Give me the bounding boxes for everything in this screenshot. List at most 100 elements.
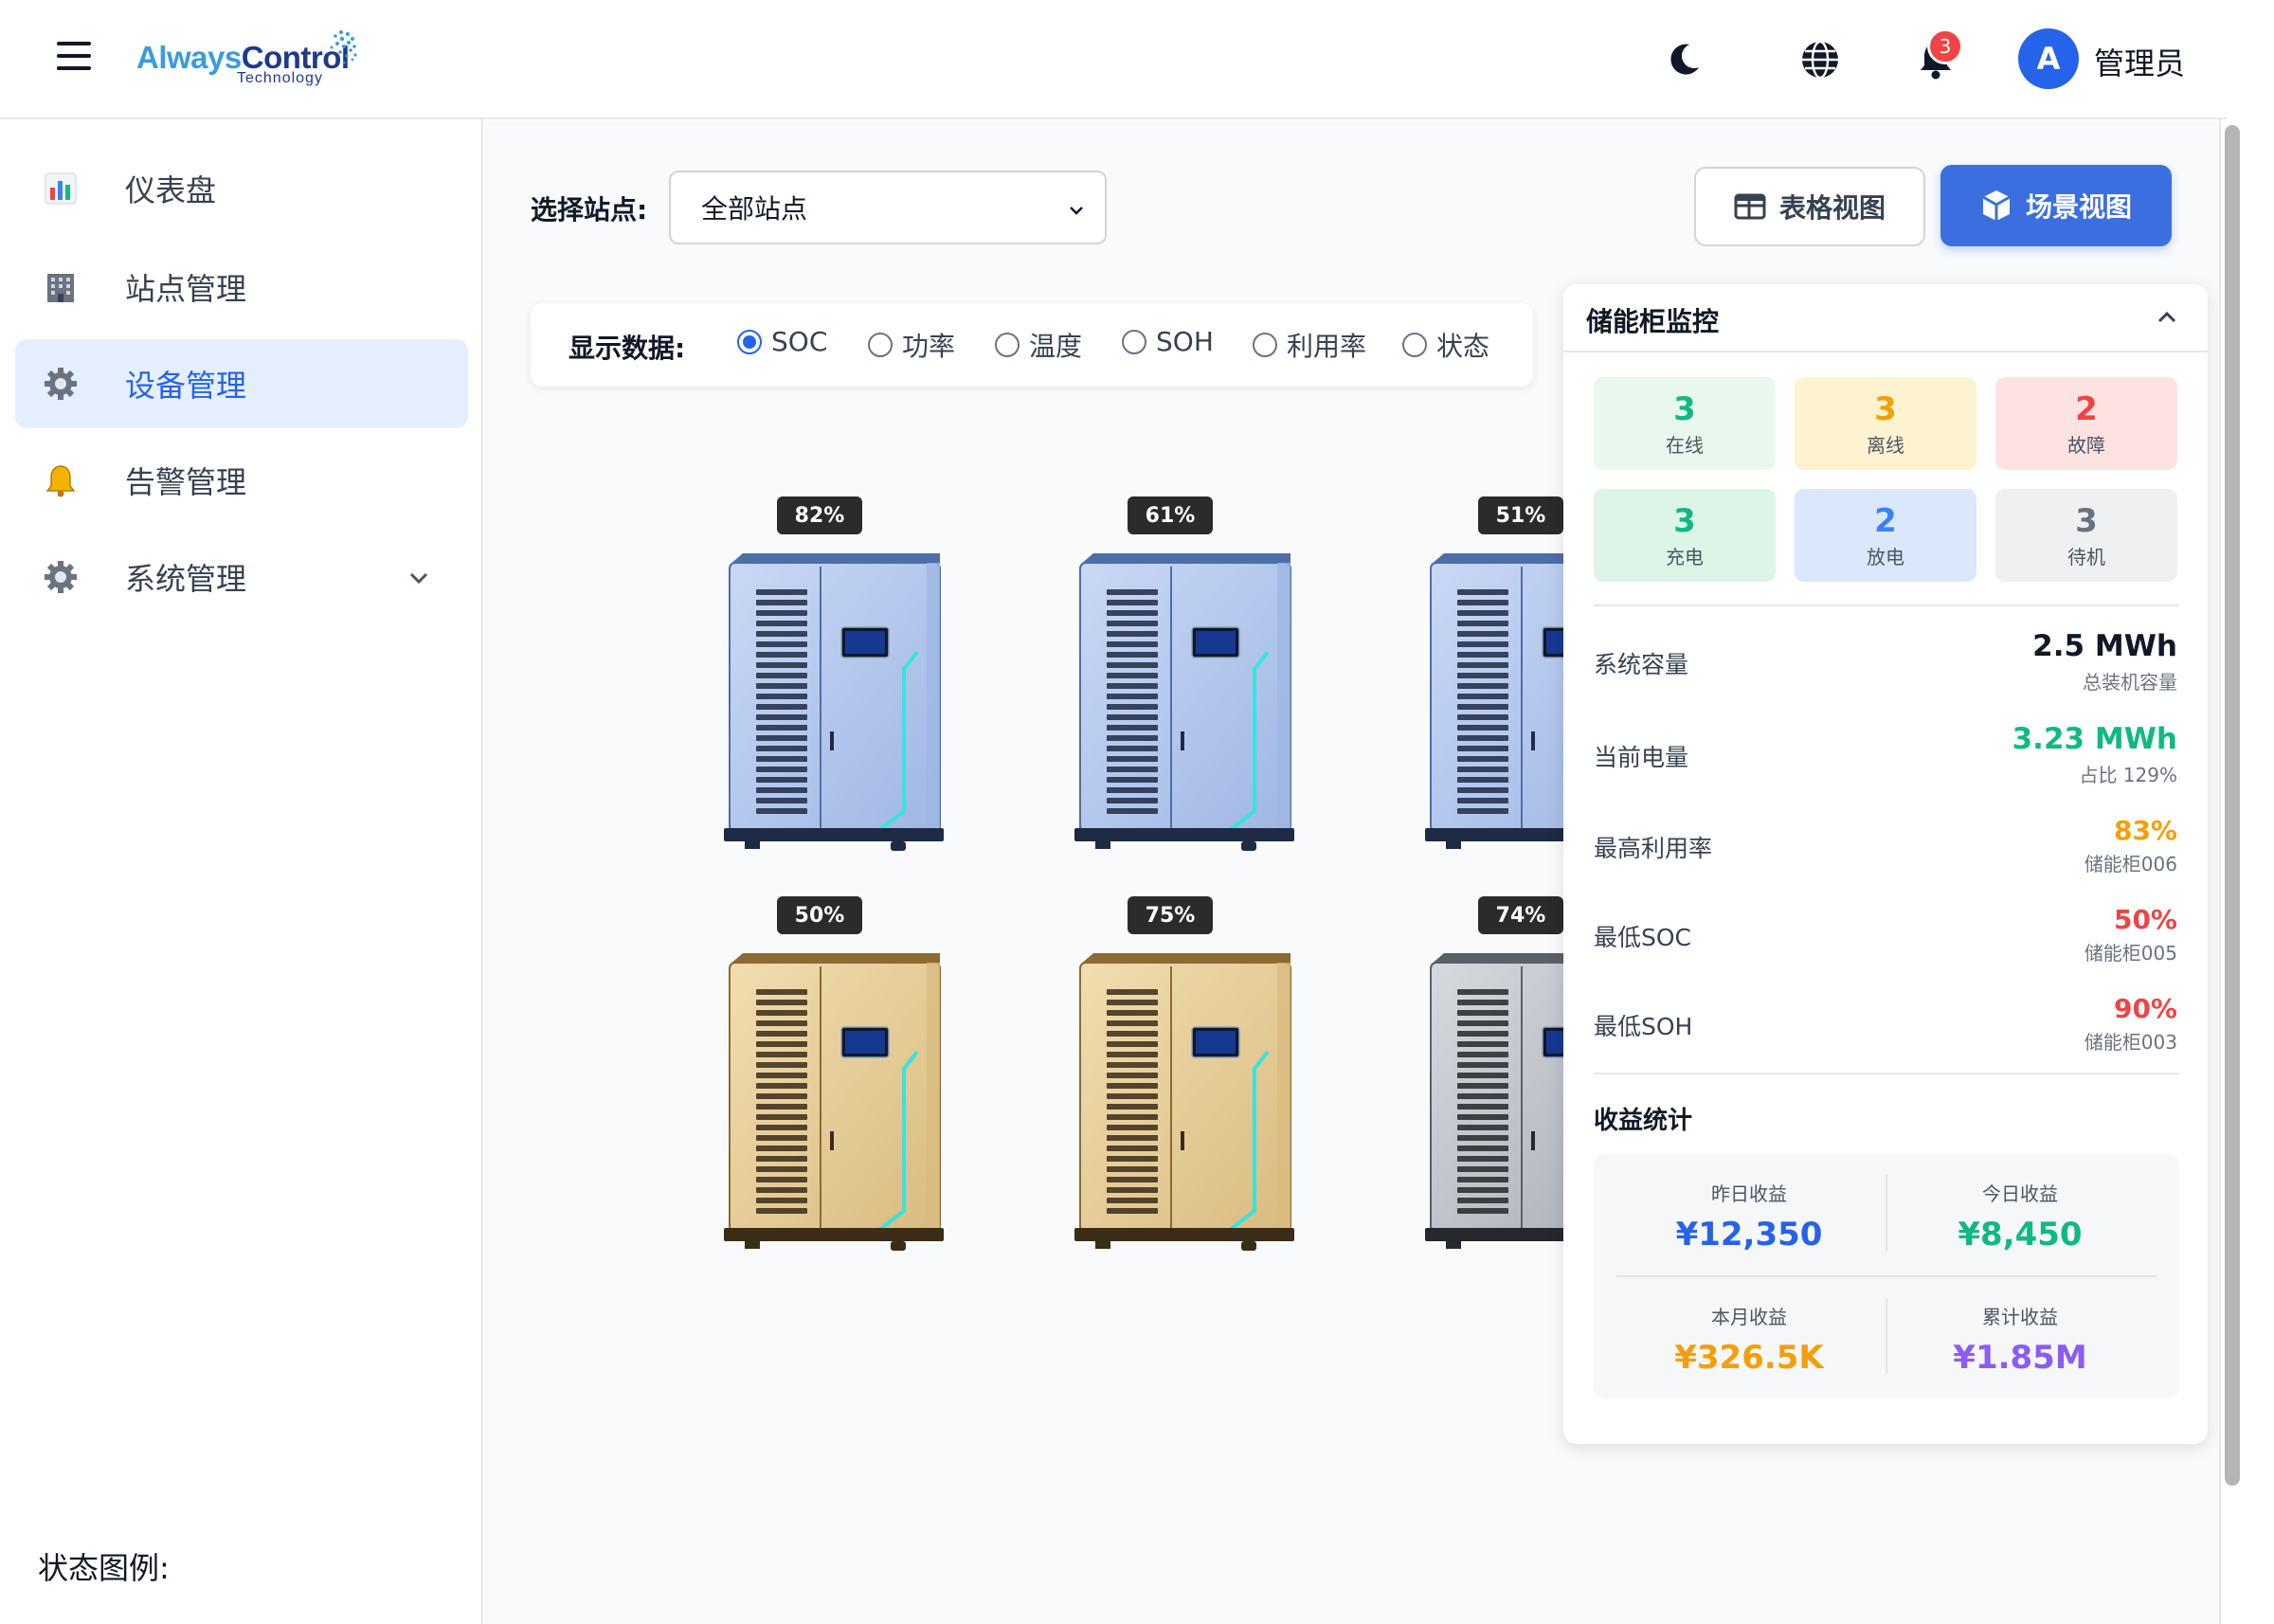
metric-label: 最低SOC xyxy=(1594,924,1692,951)
radio-label: SOC xyxy=(771,326,828,357)
cabinet-6[interactable]: 74% xyxy=(1421,896,1565,1256)
language-globe-icon[interactable] xyxy=(1796,36,1844,83)
cabinet-illustration xyxy=(1425,553,1565,849)
stat-number: 2 xyxy=(2075,390,2098,428)
radio-dot xyxy=(737,329,762,354)
company-logo[interactable]: AlwaysControl Technology xyxy=(133,27,360,93)
revenue-total: 累计收益 ¥1.85M xyxy=(1887,1302,2153,1377)
radio-label: 利用率 xyxy=(1287,331,1367,362)
revenue-title: 收益统计 xyxy=(1594,1107,1693,1135)
hamburger-menu-icon[interactable] xyxy=(57,42,91,74)
station-select-label: 选择站点: xyxy=(531,194,648,226)
stat-caption: 充电 xyxy=(1666,546,1704,568)
soc-tag: 51% xyxy=(1478,496,1563,534)
stat-number: 3 xyxy=(1874,390,1897,428)
stat-charging: 3 充电 xyxy=(1594,489,1776,582)
stat-standby: 3 待机 xyxy=(1995,489,2177,582)
revenue-value: ¥12,350 xyxy=(1675,1216,1823,1254)
metric-sub: 占比 129% xyxy=(2079,764,2177,786)
stat-caption: 在线 xyxy=(1666,434,1704,457)
radio-utilization[interactable]: 利用率 xyxy=(1253,326,1366,364)
cabinet-3[interactable]: 51% xyxy=(1421,496,1565,857)
divider xyxy=(1616,1275,2157,1277)
cabinet-illustration xyxy=(724,553,944,851)
chevron-down-icon[interactable] xyxy=(406,565,432,591)
divider xyxy=(1594,1073,2179,1074)
cabinet-illustration xyxy=(1425,953,1565,1249)
sidebar-item-dashboard[interactable]: 仪表盘 xyxy=(15,144,468,233)
revenue-box: 昨日收益 ¥12,350 今日收益 ¥8,450 本月收益 ¥326.5K 累计… xyxy=(1594,1154,2179,1398)
table-view-button[interactable]: 表格视图 xyxy=(1694,167,1925,246)
revenue-yesterday: 昨日收益 ¥12,350 xyxy=(1616,1179,1882,1254)
revenue-value: ¥8,450 xyxy=(1958,1216,2083,1254)
cabinet-5[interactable]: 75% xyxy=(1071,896,1298,1256)
cabinet-scene: 82% 61% 51% 50% 75% 74% xyxy=(485,417,1565,1364)
cabinet-illustration xyxy=(1074,553,1294,851)
metric-value: 83% xyxy=(2113,815,2177,846)
scrollbar-thumb[interactable] xyxy=(2225,125,2240,1486)
scene-view-label: 场景视图 xyxy=(2025,191,2132,223)
stat-online: 3 在线 xyxy=(1594,377,1776,470)
revenue-caption: 今日收益 xyxy=(1982,1182,2058,1205)
chevron-up-icon[interactable] xyxy=(2155,305,2179,330)
radio-dot xyxy=(995,333,1020,357)
revenue-month: 本月收益 ¥326.5K xyxy=(1616,1302,1882,1377)
monitor-panel-header[interactable]: 储能柜监控 xyxy=(1563,284,2208,352)
stat-fault: 2 故障 xyxy=(1995,377,2177,470)
monitor-panel: 储能柜监控 3 在线 3 离线 2 故障 3 充电 2 放电 3 待机 系统容量… xyxy=(1563,284,2208,1444)
metric-sub: 总装机容量 xyxy=(2083,671,2177,694)
scene-view-button[interactable]: 场景视图 xyxy=(1940,165,2172,246)
display-data-label: 显示数据: xyxy=(568,333,686,364)
stat-caption: 故障 xyxy=(2067,434,2105,457)
chevron-down-icon xyxy=(1070,207,1083,215)
bar-chart-icon xyxy=(44,171,78,206)
sidebar-item-label: 仪表盘 xyxy=(125,172,217,208)
metric-sub: 储能柜003 xyxy=(2084,1031,2177,1054)
sidebar-item-label: 站点管理 xyxy=(125,271,247,307)
stat-number: 3 xyxy=(1673,390,1696,428)
table-view-label: 表格视图 xyxy=(1778,192,1886,224)
radio-soh[interactable]: SOH xyxy=(1122,326,1214,357)
gear-icon xyxy=(44,560,78,594)
radio-dot xyxy=(1253,333,1277,357)
sidebar-item-system[interactable]: 系统管理 xyxy=(15,532,468,622)
stat-discharging: 2 放电 xyxy=(1795,489,1976,582)
radio-temperature[interactable]: 温度 xyxy=(995,326,1082,364)
building-icon xyxy=(44,270,78,304)
revenue-caption: 累计收益 xyxy=(1982,1306,2058,1328)
revenue-caption: 昨日收益 xyxy=(1711,1182,1787,1205)
cabinet-1[interactable]: 82% xyxy=(720,496,948,857)
monitor-panel-title: 储能柜监控 xyxy=(1586,306,1720,337)
user-avatar[interactable]: A xyxy=(2018,28,2079,89)
radio-power[interactable]: 功率 xyxy=(868,326,955,364)
station-select[interactable]: 全部站点 xyxy=(669,171,1107,244)
soc-tag: 75% xyxy=(1128,896,1213,934)
soc-tag: 50% xyxy=(777,896,862,934)
dark-mode-moon-icon[interactable] xyxy=(1660,36,1707,83)
radio-soc[interactable]: SOC xyxy=(737,326,827,357)
sidebar-item-alarms[interactable]: 告警管理 xyxy=(15,436,468,525)
gear-icon xyxy=(44,367,78,401)
sidebar-item-devices[interactable]: 设备管理 xyxy=(15,339,468,428)
logo-subtitle: Technology xyxy=(237,70,323,86)
cabinet-illustration xyxy=(724,953,944,1251)
status-legend-label: 状态图例: xyxy=(38,1550,170,1586)
stat-number: 3 xyxy=(1673,502,1696,540)
metric-label: 最高利用率 xyxy=(1594,835,1713,862)
username-label[interactable]: 管理员 xyxy=(2094,40,2185,83)
cabinet-4[interactable]: 50% xyxy=(720,896,948,1256)
stat-caption: 离线 xyxy=(1867,434,1904,457)
stat-offline: 3 离线 xyxy=(1795,377,1976,470)
sidebar-item-stations[interactable]: 站点管理 xyxy=(15,243,468,332)
soc-tag: 61% xyxy=(1128,496,1213,534)
divider xyxy=(1594,604,2179,606)
stat-number: 2 xyxy=(1874,502,1897,540)
display-data-bar: 显示数据: SOC 功率 温度 SOH 利用率 状态 xyxy=(531,303,1533,387)
radio-status[interactable]: 状态 xyxy=(1402,326,1489,364)
cabinet-2[interactable]: 61% xyxy=(1071,496,1298,857)
radio-dot xyxy=(868,333,893,357)
radio-dot xyxy=(1402,333,1427,357)
logo-dots-icon xyxy=(330,30,357,64)
metric-label: 最低SOH xyxy=(1594,1013,1693,1040)
notification-count-badge: 3 xyxy=(1927,28,1963,64)
